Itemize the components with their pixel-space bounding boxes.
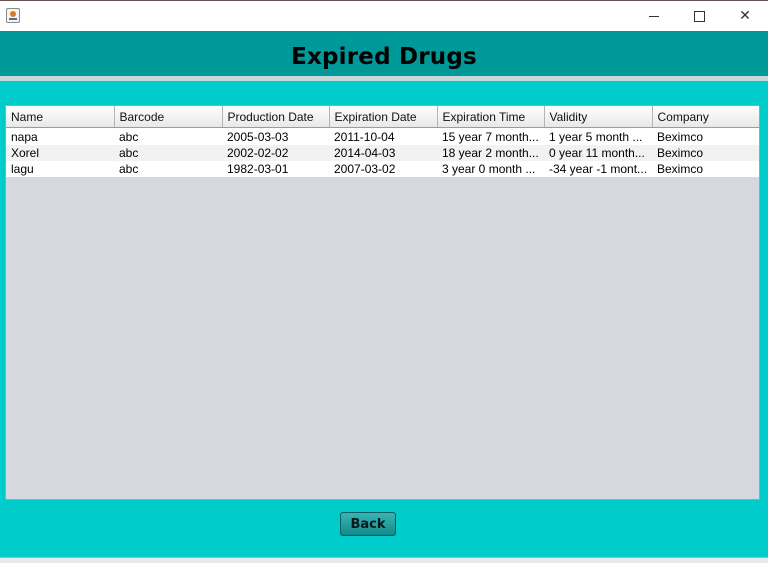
content-area: Name Barcode Production Date Expiration … <box>0 81 768 557</box>
cell-expiration-date[interactable]: 2014-04-03 <box>329 145 437 161</box>
cell-company[interactable]: Beximco <box>652 161 759 177</box>
column-header-production-date[interactable]: Production Date <box>222 106 330 128</box>
maximize-icon <box>693 10 705 22</box>
cell-production-date[interactable]: 2005-03-03 <box>222 127 329 145</box>
cell-name[interactable]: lagu <box>6 161 114 177</box>
close-button[interactable]: ✕ <box>722 1 768 31</box>
cell-barcode[interactable]: abc <box>114 161 222 177</box>
cell-barcode[interactable]: abc <box>114 145 222 161</box>
java-cup-icon[interactable] <box>6 8 20 23</box>
expired-drugs-table: Name Barcode Production Date Expiration … <box>6 106 759 177</box>
table-row[interactable]: napa abc 2005-03-03 2011-10-04 15 year 7… <box>6 127 759 145</box>
cell-validity[interactable]: -34 year -1 mont... <box>544 161 652 177</box>
cell-production-date[interactable]: 2002-02-02 <box>222 145 329 161</box>
cell-validity[interactable]: 0 year 11 month... <box>544 145 652 161</box>
table-row[interactable]: Xorel abc 2002-02-02 2014-04-03 18 year … <box>6 145 759 161</box>
cell-name[interactable]: Xorel <box>6 145 114 161</box>
back-button[interactable]: Back <box>340 512 396 536</box>
close-icon: ✕ <box>739 8 751 24</box>
minimize-button[interactable] <box>631 1 677 31</box>
maximize-button[interactable] <box>676 1 722 31</box>
cell-company[interactable]: Beximco <box>652 145 759 161</box>
cell-barcode[interactable]: abc <box>114 127 222 145</box>
drugs-table-panel[interactable]: Name Barcode Production Date Expiration … <box>5 105 760 500</box>
cell-production-date[interactable]: 1982-03-01 <box>222 161 329 177</box>
cell-expiration-time[interactable]: 15 year 7 month... <box>437 127 544 145</box>
table-header-row: Name Barcode Production Date Expiration … <box>6 106 759 128</box>
column-header-name[interactable]: Name <box>6 106 115 128</box>
cell-expiration-date[interactable]: 2007-03-02 <box>329 161 437 177</box>
minimize-icon <box>649 15 659 17</box>
page-title: Expired Drugs <box>291 43 477 70</box>
column-header-expiration-date[interactable]: Expiration Date <box>329 106 438 128</box>
cell-validity[interactable]: 1 year 5 month ... <box>544 127 652 145</box>
column-header-expiration-time[interactable]: Expiration Time <box>437 106 545 128</box>
column-header-company[interactable]: Company <box>652 106 759 128</box>
cell-expiration-date[interactable]: 2011-10-04 <box>329 127 437 145</box>
cell-company[interactable]: Beximco <box>652 127 759 145</box>
page-header: Expired Drugs <box>0 31 768 76</box>
column-header-barcode[interactable]: Barcode <box>114 106 223 128</box>
table-row[interactable]: lagu abc 1982-03-01 2007-03-02 3 year 0 … <box>6 161 759 177</box>
cell-name[interactable]: napa <box>6 127 114 145</box>
window-titlebar: ✕ <box>0 0 768 31</box>
cell-expiration-time[interactable]: 18 year 2 month... <box>437 145 544 161</box>
cell-expiration-time[interactable]: 3 year 0 month ... <box>437 161 544 177</box>
taskbar-strip <box>0 557 768 563</box>
column-header-validity[interactable]: Validity <box>544 106 653 128</box>
